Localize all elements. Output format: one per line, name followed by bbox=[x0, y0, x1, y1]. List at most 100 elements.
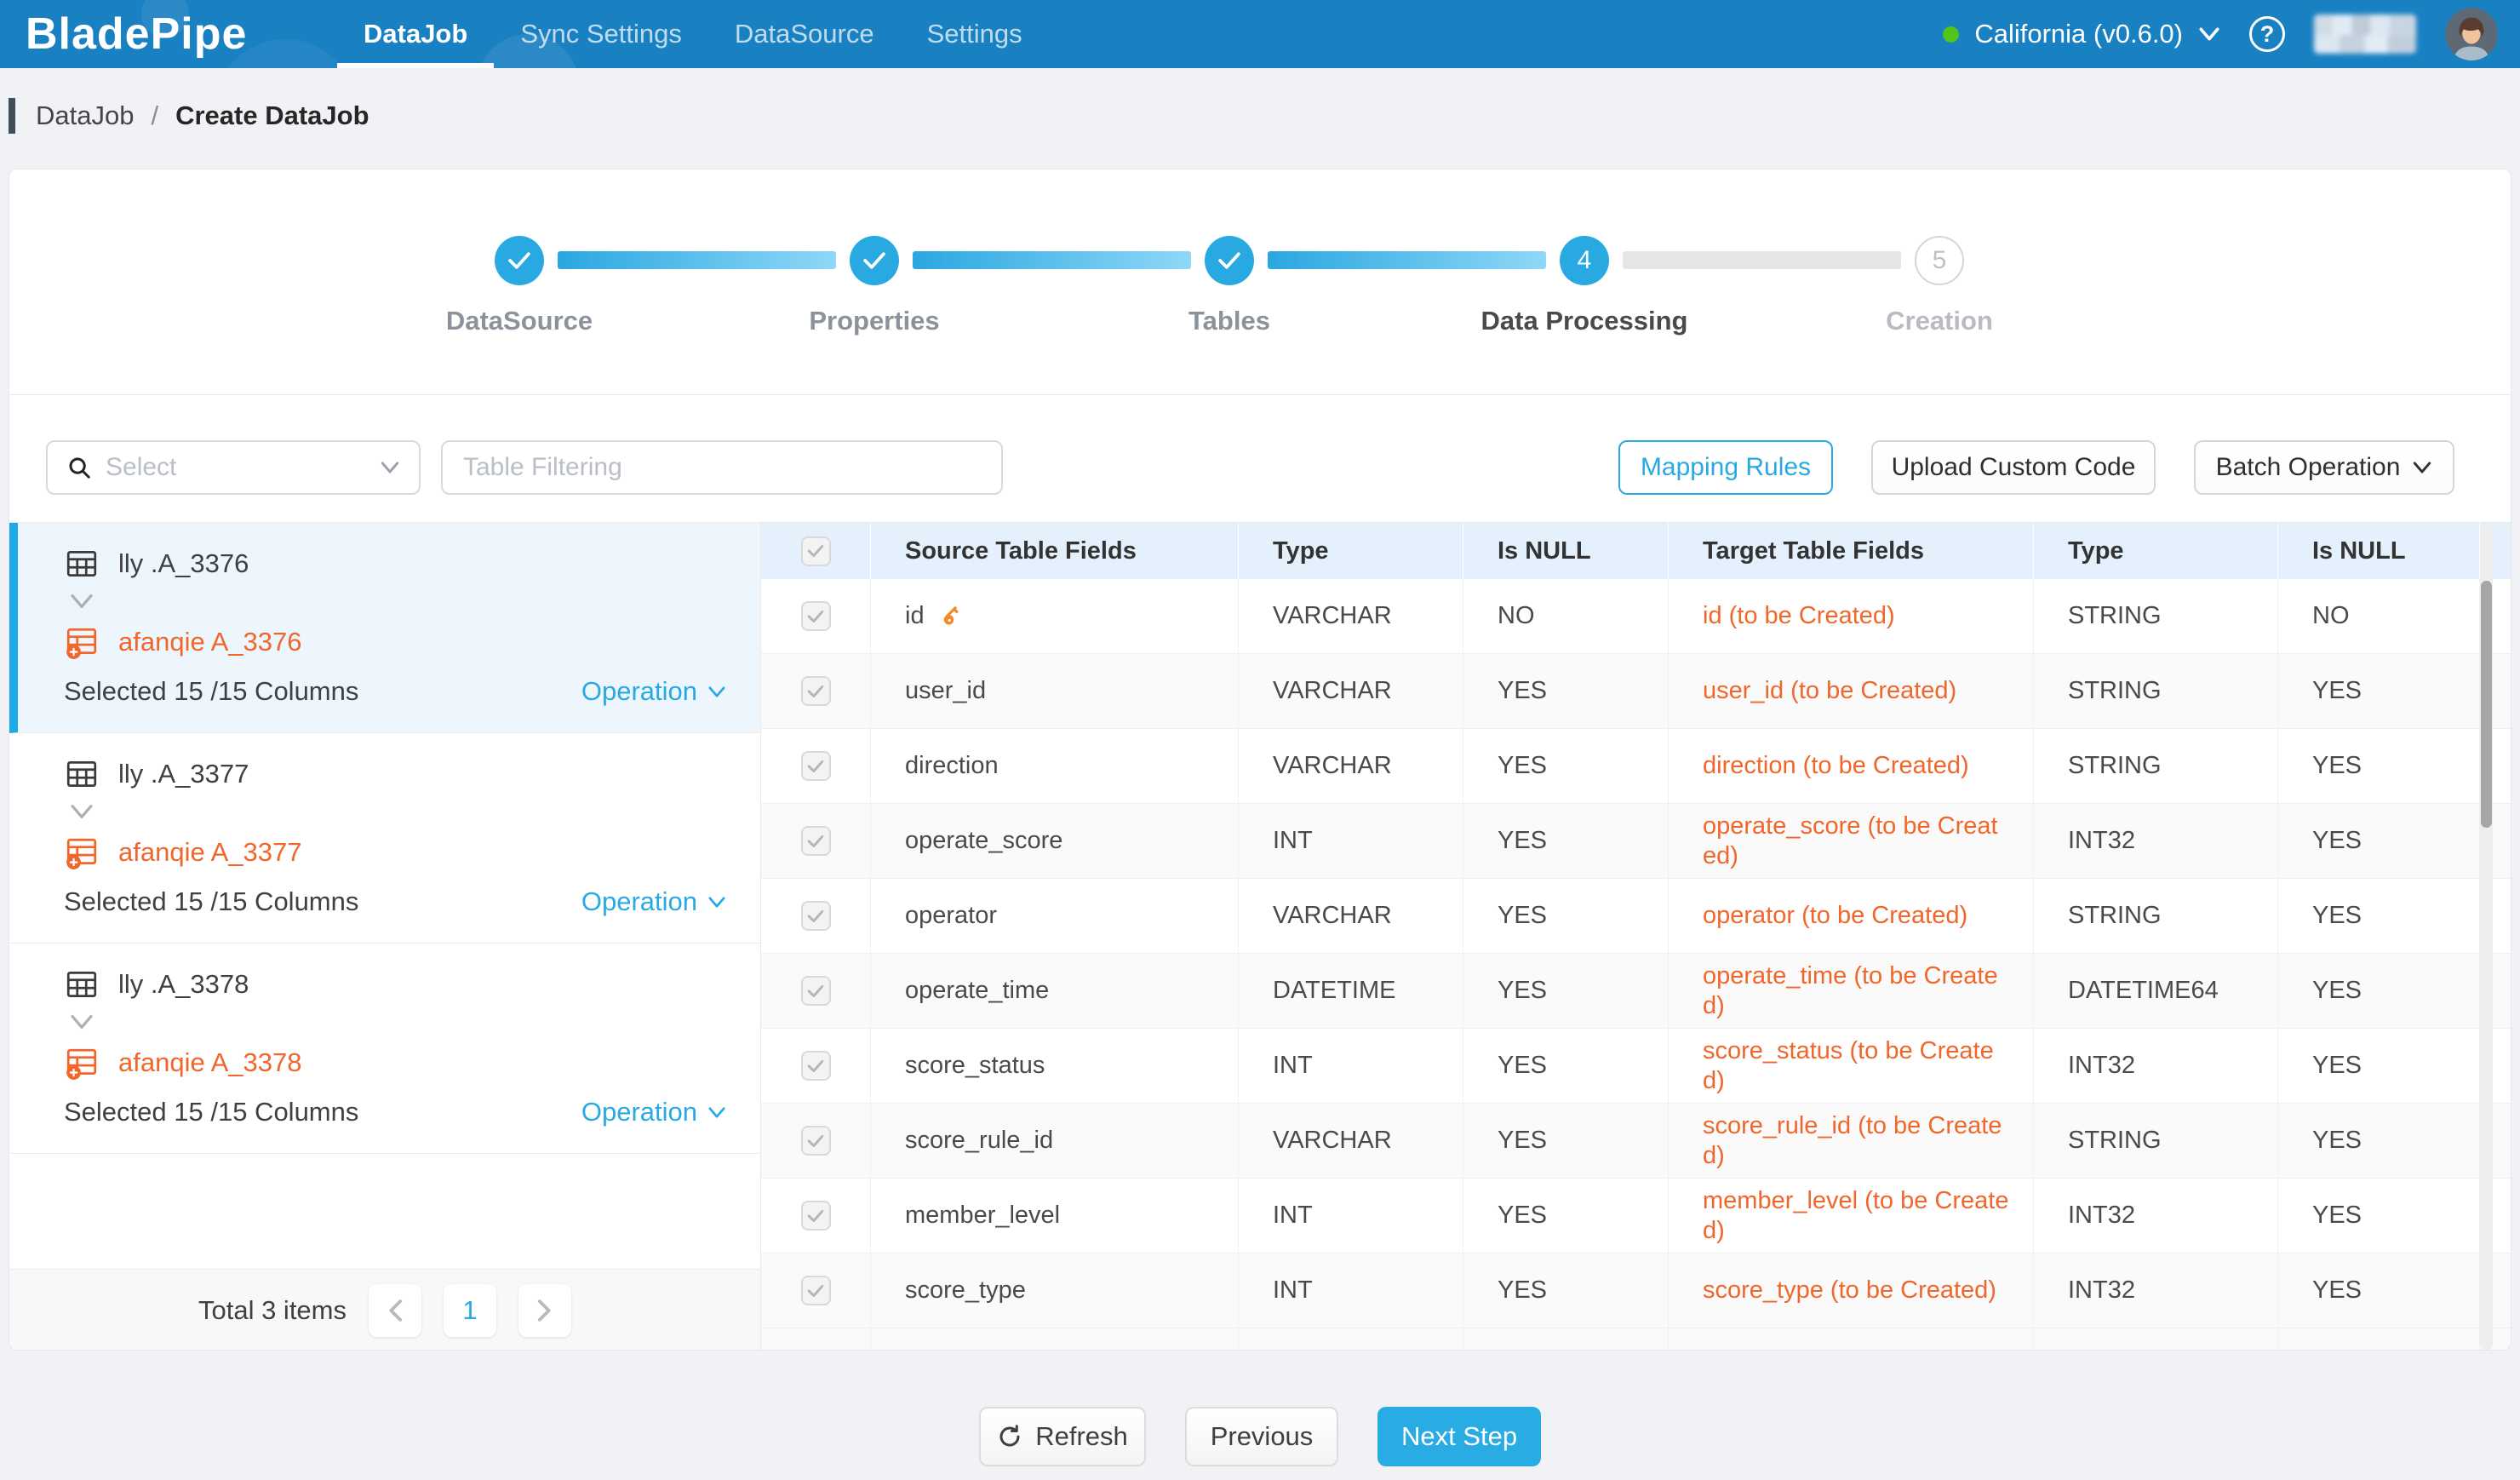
page-title: Create DataJob bbox=[175, 100, 369, 131]
table-icon bbox=[64, 967, 100, 1002]
row-checkbox[interactable] bbox=[801, 1051, 831, 1081]
new-table-icon bbox=[64, 835, 100, 870]
operation-link[interactable]: Operation bbox=[581, 676, 726, 707]
refresh-button[interactable]: Refresh bbox=[979, 1407, 1146, 1466]
table-filter-input[interactable] bbox=[441, 440, 1003, 495]
chevron-down-icon bbox=[69, 803, 94, 820]
check-icon bbox=[807, 1284, 824, 1298]
target-isnull-cell: YES bbox=[2278, 1253, 2480, 1328]
mapping-rules-button[interactable]: Mapping Rules bbox=[1618, 440, 1833, 495]
target-isnull-cell: YES bbox=[2278, 954, 2480, 1028]
table-pair-item-1[interactable]: lly .A_3376 afanqie A_3376 Selected 15 /… bbox=[9, 523, 760, 733]
source-type-cell: DATETIME bbox=[1239, 954, 1463, 1028]
pagination: Total 3 items 1 bbox=[9, 1269, 760, 1351]
row-checkbox[interactable] bbox=[801, 1126, 831, 1156]
table-row: direction VARCHAR YES direction (to be C… bbox=[761, 729, 2511, 804]
source-type-cell: INT bbox=[1239, 1253, 1463, 1328]
check-icon bbox=[807, 760, 824, 773]
row-checkbox[interactable] bbox=[801, 826, 831, 856]
table-pair-item-2[interactable]: lly .A_3377 afanqie A_3377 Selected 15 /… bbox=[9, 733, 760, 944]
source-field-name: direction bbox=[905, 752, 999, 780]
next-step-button[interactable]: Next Step bbox=[1377, 1407, 1541, 1466]
source-isnull-cell: YES bbox=[1463, 729, 1669, 803]
source-field-name: id bbox=[905, 602, 925, 630]
previous-button[interactable]: Previous bbox=[1185, 1407, 1338, 1466]
table-row-partial bbox=[761, 1328, 2511, 1351]
breadcrumb-parent[interactable]: DataJob bbox=[36, 100, 134, 131]
upload-custom-code-button[interactable]: Upload Custom Code bbox=[1871, 440, 2156, 495]
source-field-name: score_type bbox=[905, 1276, 1026, 1305]
step-circle-3 bbox=[1205, 236, 1254, 285]
step-connector-1 bbox=[558, 251, 836, 269]
row-checkbox-cell bbox=[761, 1328, 871, 1351]
mapping-direction bbox=[69, 1013, 726, 1035]
step-connector-3 bbox=[1268, 251, 1546, 269]
nav-tab-settings[interactable]: Settings bbox=[901, 0, 1049, 68]
column-header-1: Source Table Fields bbox=[871, 523, 1239, 579]
operation-label: Operation bbox=[581, 676, 697, 707]
source-field-name: score_status bbox=[905, 1052, 1045, 1080]
row-checkbox[interactable] bbox=[801, 751, 831, 781]
target-isnull-cell: YES bbox=[2278, 729, 2480, 803]
chevron-down-icon bbox=[69, 593, 94, 610]
source-isnull-cell: YES bbox=[1463, 1179, 1669, 1253]
nav-tab-datasource[interactable]: DataSource bbox=[708, 0, 901, 68]
row-checkbox[interactable] bbox=[801, 1276, 831, 1305]
target-table-line: afanqie A_3377 bbox=[64, 834, 726, 871]
check-icon bbox=[862, 251, 886, 270]
source-type-cell: VARCHAR bbox=[1239, 654, 1463, 728]
operation-link[interactable]: Operation bbox=[581, 886, 726, 917]
table-row: user_id VARCHAR YES user_id (to be Creat… bbox=[761, 654, 2511, 729]
operation-link[interactable]: Operation bbox=[581, 1097, 726, 1127]
header-checkbox[interactable] bbox=[801, 536, 831, 566]
chevron-right-icon bbox=[536, 1299, 553, 1322]
column-header-5: Type bbox=[2034, 523, 2278, 579]
source-table-line: lly .A_3376 bbox=[64, 545, 726, 582]
table-row: score_type INT YES score_type (to be Cre… bbox=[761, 1253, 2511, 1328]
row-checkbox[interactable] bbox=[801, 976, 831, 1006]
source-field-cell: score_status bbox=[871, 1029, 1239, 1103]
row-checkbox[interactable] bbox=[801, 601, 831, 631]
table-pair-item-3[interactable]: lly .A_3378 afanqie A_3378 Selected 15 /… bbox=[9, 944, 760, 1154]
source-field-name: operator bbox=[905, 902, 997, 930]
target-table-name: afanqie A_3378 bbox=[118, 1047, 302, 1078]
pagination-next-button[interactable] bbox=[518, 1284, 571, 1337]
step-circle-4: 4 bbox=[1560, 236, 1609, 285]
pagination-prev-button[interactable] bbox=[369, 1284, 421, 1337]
source-isnull-cell: YES bbox=[1463, 879, 1669, 953]
row-checkbox[interactable] bbox=[801, 901, 831, 931]
selected-columns-text: Selected 15 /15 Columns bbox=[64, 886, 358, 917]
table-icon bbox=[64, 546, 100, 582]
pagination-total: Total 3 items bbox=[198, 1295, 346, 1326]
header-checkbox-cell bbox=[761, 523, 871, 579]
check-icon bbox=[807, 835, 824, 848]
mapping-direction bbox=[69, 593, 726, 615]
column-header-4: Target Table Fields bbox=[1669, 523, 2034, 579]
breadcrumb: DataJob / Create DataJob bbox=[9, 97, 369, 135]
batch-operation-button[interactable]: Batch Operation bbox=[2194, 440, 2454, 495]
column-header-3: Is NULL bbox=[1463, 523, 1669, 579]
source-field-name: member_level bbox=[905, 1202, 1060, 1230]
scrollbar-thumb[interactable] bbox=[2481, 581, 2492, 828]
check-icon bbox=[807, 685, 824, 698]
avatar[interactable] bbox=[2445, 8, 2498, 60]
target-table-line: afanqie A_3376 bbox=[64, 623, 726, 661]
environment-selector[interactable]: California (v0.6.0) bbox=[1943, 19, 2220, 49]
table-select-dropdown[interactable]: Select bbox=[46, 440, 421, 495]
row-checkbox[interactable] bbox=[801, 676, 831, 706]
nav-tab-sync-settings[interactable]: Sync Settings bbox=[494, 0, 708, 68]
wizard-stepper: DataSourcePropertiesTables4Data Processi… bbox=[9, 169, 2511, 395]
field-mapping-table: Source Table Fields Type Is NULLTarget Tab… bbox=[761, 523, 2511, 1351]
footer-actions: Refresh Previous Next Step bbox=[0, 1407, 2520, 1466]
nav-tab-datajob[interactable]: DataJob bbox=[337, 0, 494, 68]
pagination-page-1[interactable]: 1 bbox=[444, 1284, 496, 1337]
help-icon[interactable]: ? bbox=[2249, 16, 2285, 52]
source-table-line: lly .A_3378 bbox=[64, 966, 726, 1003]
target-table-name: afanqie A_3377 bbox=[118, 837, 302, 868]
source-type-cell: VARCHAR bbox=[1239, 879, 1463, 953]
source-field-name: user_id bbox=[905, 677, 986, 705]
target-type-cell: INT32 bbox=[2034, 1029, 2278, 1103]
table-header-row: Source Table Fields Type Is NULLTarget Tab… bbox=[761, 523, 2511, 579]
row-checkbox[interactable] bbox=[801, 1201, 831, 1230]
username-redacted bbox=[2314, 14, 2416, 54]
